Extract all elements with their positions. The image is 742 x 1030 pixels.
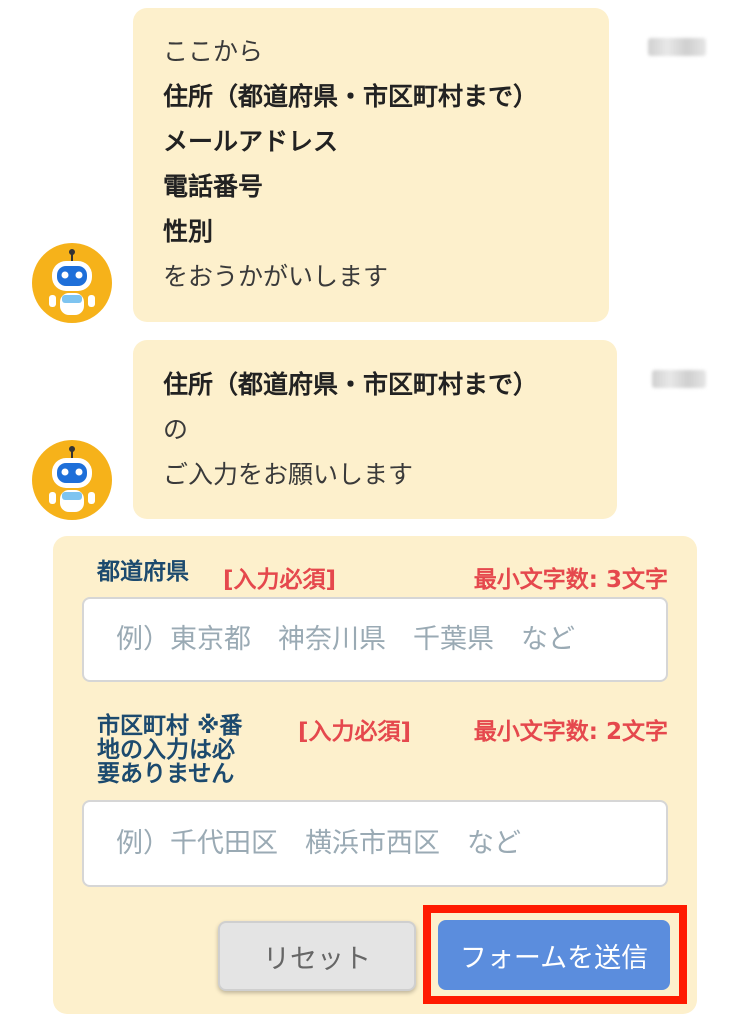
bot-message-1: ここから 住所（都道府県・市区町村まで） メールアドレス 電話番号 性別 をおう… bbox=[133, 8, 609, 322]
prefecture-min-chars: 最小文字数: 3文字 bbox=[473, 567, 668, 593]
message-line: 住所（都道府県・市区町村まで） bbox=[163, 370, 539, 399]
city-min-chars: 最小文字数: 2文字 bbox=[473, 719, 668, 745]
message-line: ここから bbox=[163, 37, 264, 66]
message-line: 性別 bbox=[163, 217, 214, 246]
bot-message-2: 住所（都道府県・市区町村まで） の ご入力をお願いします bbox=[133, 340, 617, 519]
robot-avatar-icon bbox=[32, 440, 112, 520]
submit-button[interactable]: フォームを送信 bbox=[438, 920, 670, 990]
prefecture-input[interactable] bbox=[82, 597, 668, 682]
message-line: をおうかがいします bbox=[163, 262, 389, 291]
robot-avatar-icon bbox=[32, 243, 112, 323]
reset-button[interactable]: リセット bbox=[218, 921, 416, 991]
prefecture-label: 都道府県 bbox=[97, 559, 189, 585]
city-label-line: 地の入力は必 bbox=[97, 737, 235, 763]
city-label: 市区町村 ※番 地の入力は必 要ありません bbox=[97, 714, 242, 786]
message-line: の bbox=[163, 415, 189, 444]
city-label-line: 市区町村 ※番 bbox=[97, 713, 243, 739]
message-line: ご入力をお願いします bbox=[163, 460, 414, 489]
message-line: メールアドレス bbox=[163, 127, 339, 156]
city-label-line: 要ありません bbox=[97, 761, 235, 787]
message-line: 電話番号 bbox=[163, 172, 264, 201]
city-input[interactable] bbox=[82, 800, 668, 887]
timestamp-blurred bbox=[648, 38, 706, 56]
message-line: 住所（都道府県・市区町村まで） bbox=[163, 82, 539, 111]
prefecture-required-badge: [入力必須] bbox=[223, 567, 337, 593]
timestamp-blurred bbox=[652, 370, 706, 388]
city-required-badge: [入力必須] bbox=[298, 719, 412, 745]
